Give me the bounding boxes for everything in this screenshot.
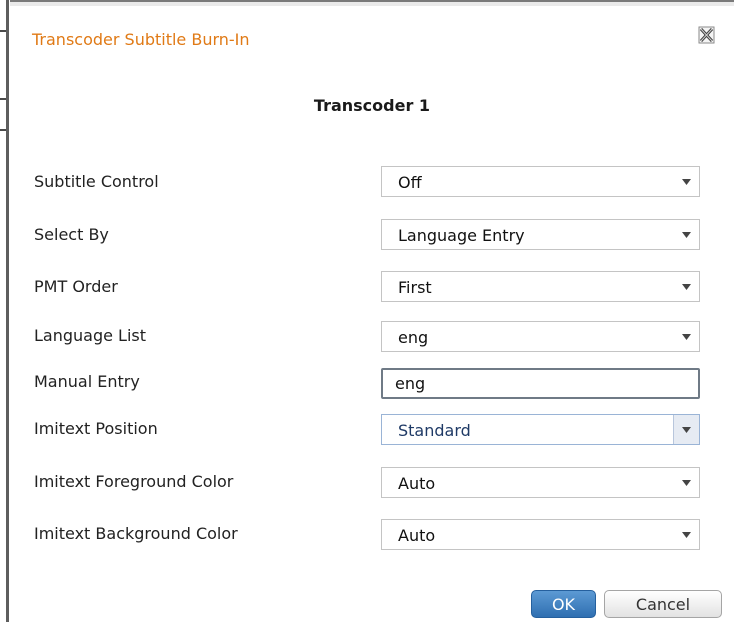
subtitle-control-value: Off — [398, 173, 422, 192]
imitext-position-select[interactable]: Standard — [381, 414, 700, 445]
subtitle-control-label: Subtitle Control — [34, 172, 159, 191]
ok-button[interactable]: OK — [531, 590, 596, 618]
select-by-label: Select By — [34, 225, 109, 244]
window-left-border — [0, 0, 10, 622]
imitext-background-color-select[interactable]: Auto — [381, 519, 700, 550]
pmt-order-select[interactable]: First — [381, 271, 700, 302]
chevron-down-icon — [674, 272, 699, 301]
imitext-background-color-label: Imitext Background Color — [34, 524, 238, 543]
subtitle-control-select[interactable]: Off — [381, 166, 700, 197]
chevron-down-icon — [673, 415, 699, 444]
imitext-position-value: Standard — [398, 421, 471, 440]
chevron-down-icon — [674, 520, 699, 549]
chevron-down-icon — [674, 220, 699, 249]
cancel-button[interactable]: Cancel — [604, 590, 722, 618]
imitext-foreground-color-value: Auto — [398, 474, 436, 493]
subtitle-burn-in-dialog: Transcoder Subtitle Burn-In Transcoder 1… — [10, 6, 734, 622]
language-list-label: Language List — [34, 326, 147, 345]
chevron-down-icon — [674, 167, 699, 196]
close-icon[interactable] — [698, 26, 715, 44]
imitext-foreground-color-label: Imitext Foreground Color — [34, 472, 234, 491]
language-list-value: eng — [398, 328, 429, 347]
manual-entry-label: Manual Entry — [34, 372, 140, 391]
select-by-select[interactable]: Language Entry — [381, 219, 700, 250]
imitext-position-label: Imitext Position — [34, 419, 158, 438]
language-list-select[interactable]: eng — [381, 321, 700, 352]
dialog-title: Transcoder Subtitle Burn-In — [32, 30, 250, 49]
transcoder-heading: Transcoder 1 — [313, 96, 431, 115]
manual-entry-input[interactable] — [381, 368, 700, 399]
chevron-down-icon — [674, 322, 699, 351]
chevron-down-icon — [674, 468, 699, 497]
pmt-order-value: First — [398, 278, 432, 297]
imitext-background-color-value: Auto — [398, 526, 436, 545]
imitext-foreground-color-select[interactable]: Auto — [381, 467, 700, 498]
pmt-order-label: PMT Order — [34, 277, 118, 296]
select-by-value: Language Entry — [398, 226, 525, 245]
